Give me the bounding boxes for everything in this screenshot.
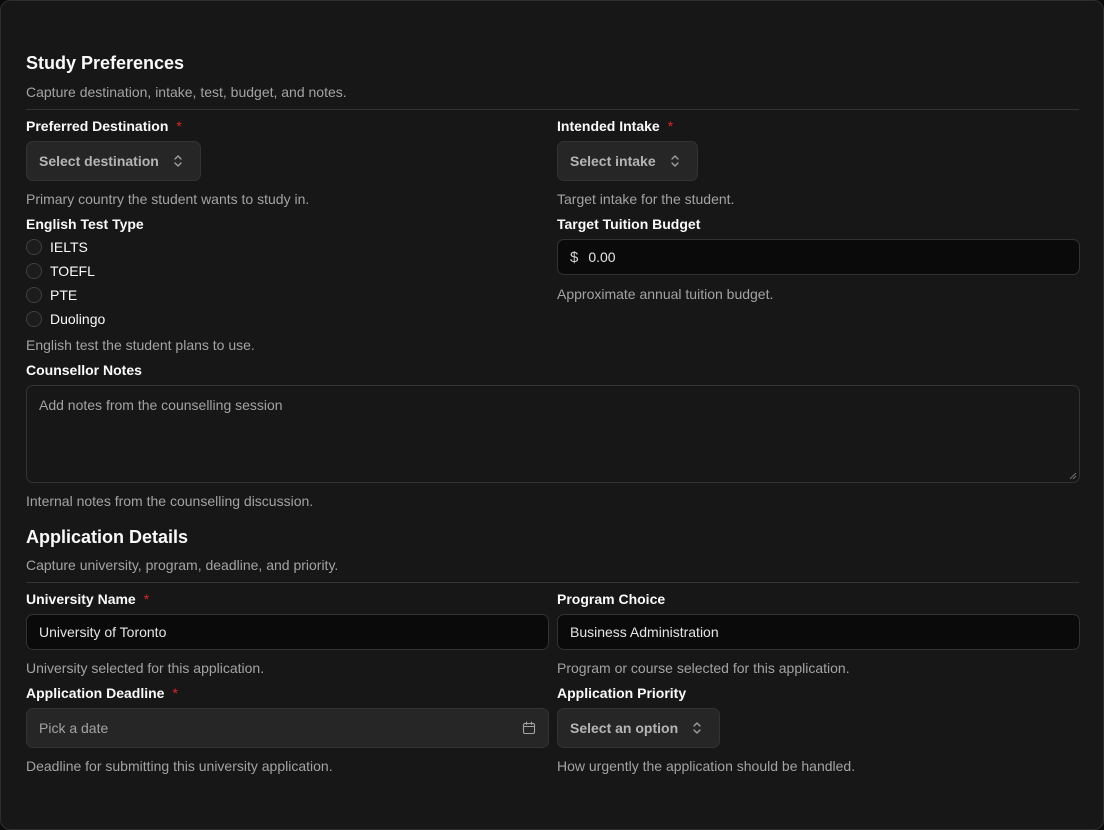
radio-option-duolingo[interactable]: Duolingo [26,307,105,331]
radio-option-label: PTE [50,287,78,303]
radio-option-label: Duolingo [50,311,106,327]
resize-handle-icon[interactable] [1069,472,1077,480]
required-marker: * [143,591,150,607]
study-divider [26,109,1079,110]
destination-label: Preferred Destination * [26,118,182,134]
intake-select[interactable]: Select intake [557,141,698,181]
chevron-up-down-icon [693,722,701,734]
notes-placeholder: Add notes from the counselling session [39,397,283,413]
notes-textarea[interactable]: Add notes from the counselling session [26,385,1080,483]
program-help: Program or course selected for this appl… [557,660,850,676]
intake-label-text: Intended Intake [557,118,660,134]
budget-label: Target Tuition Budget [557,216,701,232]
deadline-help: Deadline for submitting this university … [26,758,333,774]
english-test-label: English Test Type [26,216,144,232]
currency-symbol: $ [570,248,579,266]
radio-button[interactable] [26,287,42,303]
university-input[interactable]: University of Toronto [26,614,549,650]
intake-select-value: Select intake [570,153,656,169]
deadline-label: Application Deadline * [26,685,178,701]
deadline-label-text: Application Deadline [26,685,165,701]
priority-help: How urgently the application should be h… [557,758,856,774]
radio-button[interactable] [26,239,42,255]
program-value: Business Administration [570,624,719,640]
radio-option-toefl[interactable]: TOEFL [26,259,105,283]
university-help: University selected for this application… [26,660,265,676]
study-preferences-title: Study Preferences [26,53,185,73]
radio-option-label: IELTS [50,239,88,255]
radio-option-pte[interactable]: PTE [26,283,105,307]
radio-button[interactable] [26,311,42,327]
chevron-up-down-icon [174,155,182,167]
budget-help: Approximate annual tuition budget. [557,286,774,302]
deadline-date-picker[interactable]: Pick a date [26,708,549,748]
radio-option-label: TOEFL [50,263,95,279]
english-test-radio-group: IELTS TOEFL PTE Duolingo [26,235,105,331]
calendar-icon [522,721,536,735]
deadline-placeholder: Pick a date [39,720,109,736]
required-marker: * [172,685,178,701]
notes-label: Counsellor Notes [26,362,142,378]
application-divider [26,582,1079,583]
destination-select[interactable]: Select destination [26,141,201,181]
budget-value: 0.00 [588,249,616,265]
university-label: University Name * [26,591,149,607]
program-label: Program Choice [557,591,666,607]
radio-button[interactable] [26,263,42,279]
required-marker: * [667,118,674,134]
destination-label-text: Preferred Destination [26,118,169,134]
application-details-title: Application Details [26,527,189,547]
study-preferences-description: Capture destination, intake, test, budge… [26,84,347,100]
destination-select-value: Select destination [39,153,159,169]
radio-option-ielts[interactable]: IELTS [26,235,105,259]
priority-select-value: Select an option [570,720,679,736]
program-input[interactable]: Business Administration [557,614,1080,650]
intake-label: Intended Intake * [557,118,673,134]
priority-label: Application Priority [557,685,687,701]
intake-help: Target intake for the student. [557,191,735,207]
application-details-description: Capture university, program, deadline, a… [26,557,339,573]
destination-help: Primary country the student wants to stu… [26,191,310,207]
notes-help: Internal notes from the counselling disc… [26,493,314,509]
form-card: Study Preferences Capture destination, i… [0,0,1104,830]
required-marker: * [176,118,182,134]
english-test-help: English test the student plans to use. [26,337,255,353]
priority-select[interactable]: Select an option [557,708,720,748]
university-value: University of Toronto [39,624,167,640]
chevron-up-down-icon [670,155,679,167]
university-label-text: University Name [26,591,136,607]
budget-input[interactable]: $ 0.00 [557,239,1080,275]
